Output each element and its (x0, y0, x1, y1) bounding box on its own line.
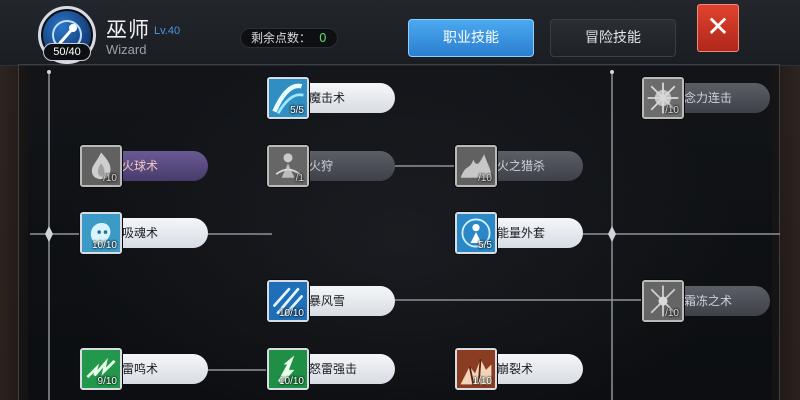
header-bar: 50/40 巫师 Lv.40 Wizard 剩余点数： 0 职业技能 冒险技能 ✕ (0, 0, 800, 66)
close-button[interactable]: ✕ (697, 4, 739, 52)
skill-level: 1/10 (472, 376, 492, 387)
skill-level: 10/10 (278, 376, 304, 387)
burst-icon: /10 (642, 77, 684, 119)
skill-level: 10/10 (91, 240, 117, 251)
skill-level: 5/5 (478, 240, 492, 251)
skill-level: /1 (295, 173, 304, 184)
skill-level: 9/10 (97, 376, 117, 387)
class-name: 巫师 (106, 18, 150, 42)
tab-class-skills[interactable]: 职业技能 (408, 19, 534, 57)
wave-icon: 5/5 (267, 77, 309, 119)
skill-level: /10 (103, 173, 117, 184)
lightning-strike-icon: 10/10 (267, 348, 309, 390)
ice-shard-icon: 10/10 (267, 280, 309, 322)
skill-level: 10/10 (278, 308, 304, 319)
tab-adventure-skills[interactable]: 冒险技能 (550, 19, 676, 57)
fire-figure-icon: /1 (267, 145, 309, 187)
skill-level: 5/5 (290, 105, 304, 116)
skill-level: /10 (478, 173, 492, 184)
shield-figure-icon: 5/5 (455, 212, 497, 254)
skill-level: /10 (665, 308, 679, 319)
fire-wave-icon: /10 (455, 145, 497, 187)
remaining-points: 剩余点数： 0 (240, 28, 338, 48)
points-value: 0 (319, 31, 327, 45)
lightning-icon: 9/10 (80, 348, 122, 390)
crack-icon: 1/10 (455, 348, 497, 390)
class-name-en: Wizard (106, 42, 147, 57)
points-label: 剩余点数： (251, 31, 312, 45)
skill-level: /10 (665, 105, 679, 116)
frost-icon: /10 (642, 280, 684, 322)
flame-icon: /10 (80, 145, 122, 187)
skill-screen: 50/40 巫师 Lv.40 Wizard 剩余点数： 0 职业技能 冒险技能 ✕ (0, 0, 800, 400)
avatar-level-badge: 50/40 (43, 43, 91, 61)
spirit-icon: 10/10 (80, 212, 122, 254)
class-level: Lv.40 (154, 25, 181, 37)
